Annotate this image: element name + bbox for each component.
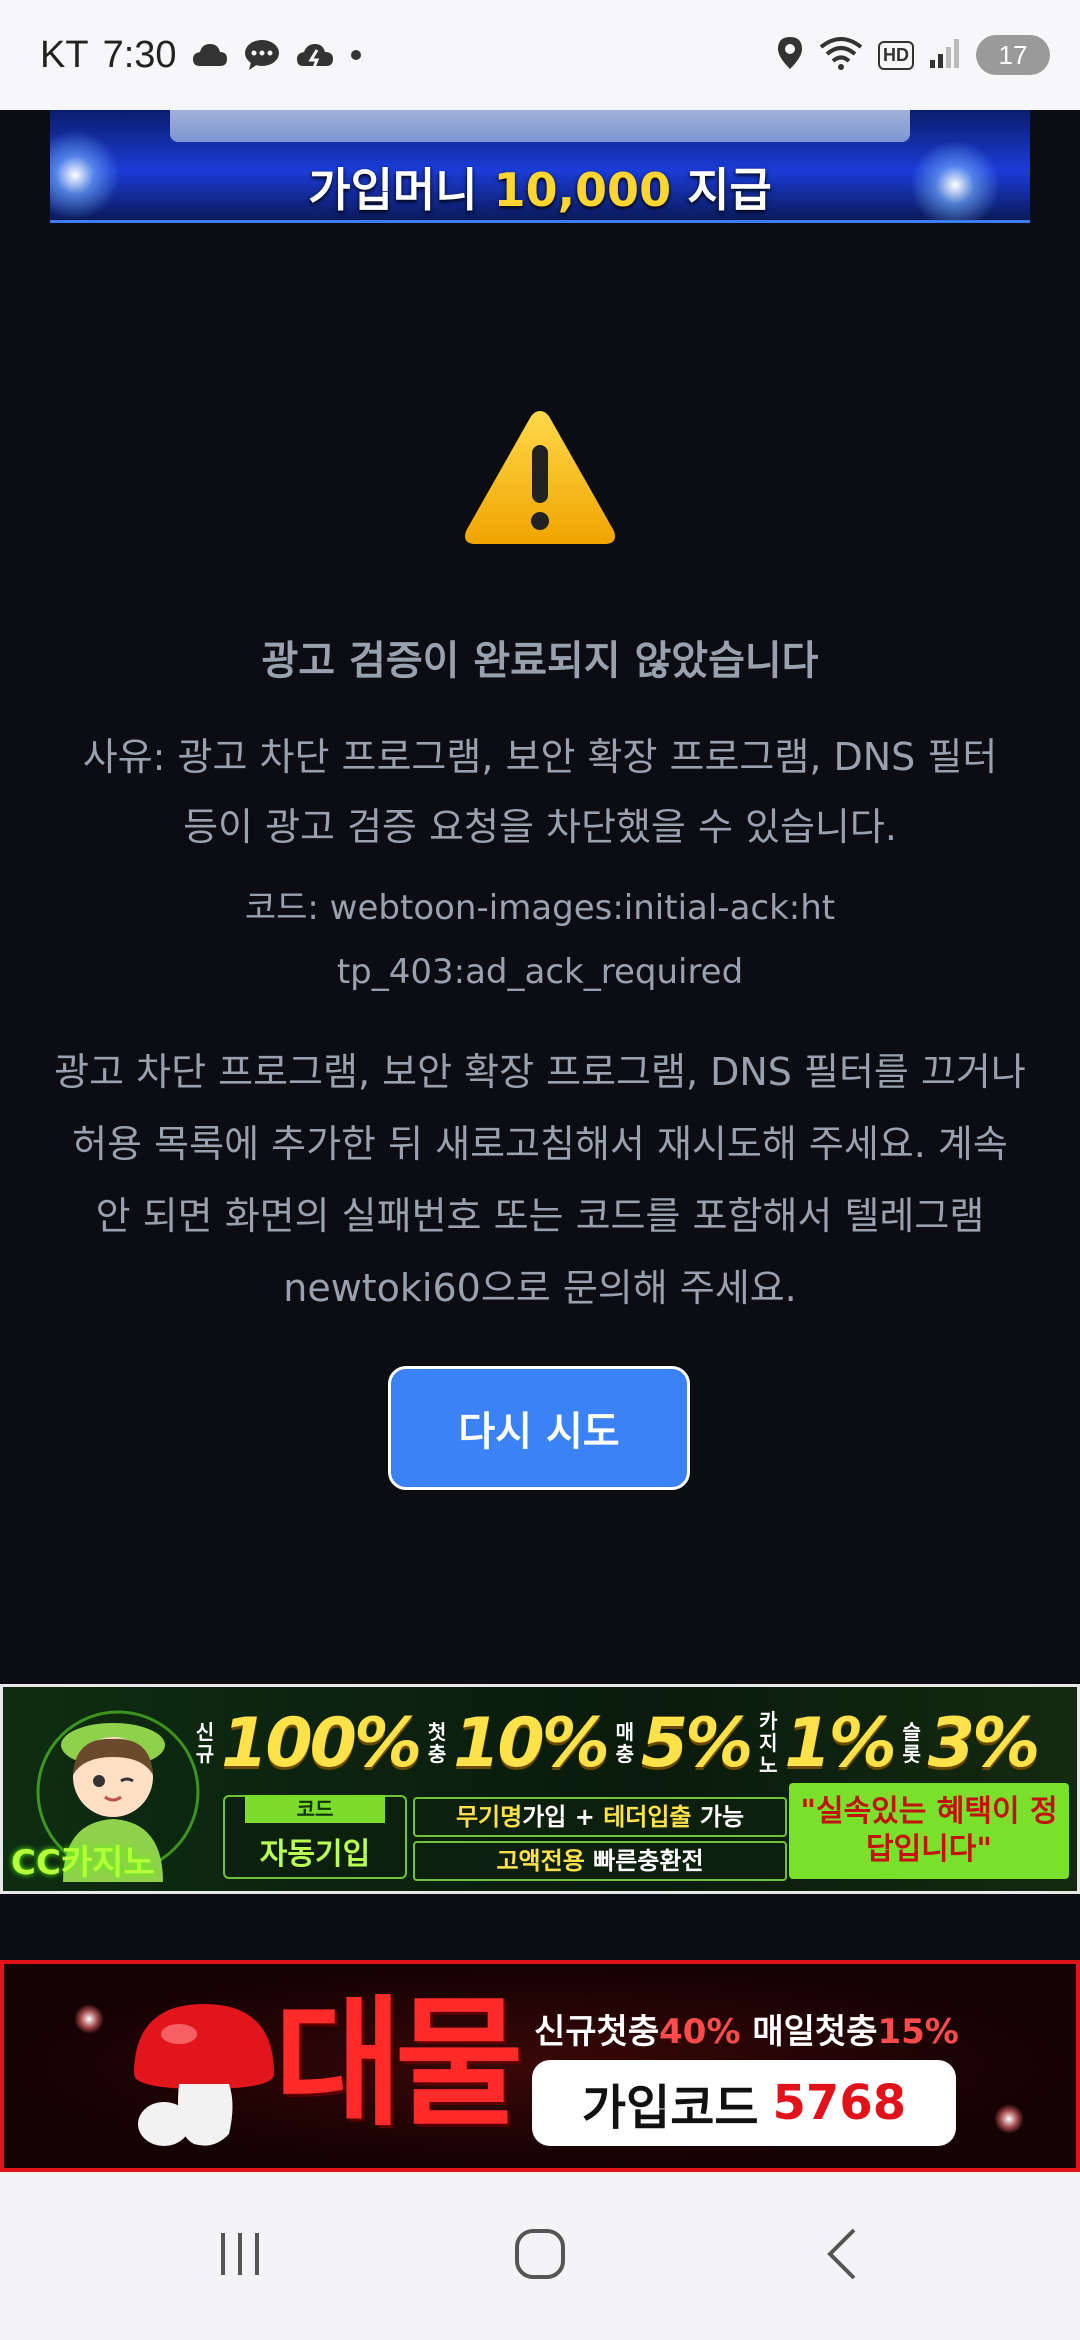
wifi-icon xyxy=(818,35,864,75)
chat-icon xyxy=(243,38,281,72)
recents-button[interactable] xyxy=(160,2172,320,2340)
error-reason: 사유: 광고 차단 프로그램, 보안 확장 프로그램, DNS 필터 등이 광고… xyxy=(82,735,998,849)
rate-item: 카지노 1% xyxy=(756,1703,897,1783)
battery-indicator: 17 xyxy=(976,35,1050,75)
clock: 7:30 xyxy=(102,33,177,76)
spark xyxy=(74,2004,104,2034)
banner-caption-suffix: 지급 xyxy=(671,163,772,217)
promo-daily-rate: 15% xyxy=(877,2012,959,2052)
dot-icon xyxy=(349,48,363,62)
rate-list: 신규 100% 첫충 10% 매충 5% 카지노 1% 슬롯 3% xyxy=(193,1693,1041,1793)
promo-first-deposit: 신규첫충 xyxy=(534,2012,660,2052)
error-code: 코드: webtoon-images:initial-ack:http_403:… xyxy=(244,888,836,992)
cloud-icon xyxy=(191,40,229,70)
info-signup: 가입 + xyxy=(522,1803,604,1831)
code-label: 코드 xyxy=(245,1795,385,1823)
rate-value: 5% xyxy=(640,1703,753,1783)
banner-caption-amount: 10,000 xyxy=(493,163,672,217)
weather-icon xyxy=(295,38,335,72)
banner-caption: 가입머니 10,000 지급 xyxy=(50,154,1030,220)
location-icon xyxy=(776,35,804,75)
info-tether: 테더입출 xyxy=(603,1803,692,1831)
rate-item: 첫충 10% xyxy=(425,1703,610,1783)
rate-value: 3% xyxy=(927,1703,1040,1783)
status-left: KT 7:30 xyxy=(40,0,363,110)
error-help-text: 광고 차단 프로그램, 보안 확장 프로그램, DNS 필터를 끄거나 허용 목… xyxy=(54,1050,1026,1310)
mushroom-ad-banner[interactable]: 대물 신규첫충40% 매일첫충15% 가입코드 5768 xyxy=(0,1960,1080,2172)
rate-tag: 매충 xyxy=(615,1720,635,1766)
rate-tag: 첫충 xyxy=(427,1720,447,1766)
spark xyxy=(994,2104,1024,2134)
hd-badge: HD xyxy=(878,40,914,70)
signup-code-number: 5768 xyxy=(772,2075,907,2131)
navigation-bar xyxy=(0,2172,1080,2340)
status-bar: KT 7:30 HD 17 xyxy=(0,0,1080,110)
promo-first-rate: 40% xyxy=(659,2012,741,2052)
promo-daily-deposit: 매일첫충 xyxy=(740,2012,878,2052)
info-anonymous: 무기명 xyxy=(455,1803,523,1831)
info-highroller: 고액전용 xyxy=(496,1847,585,1875)
home-button[interactable] xyxy=(460,2172,620,2340)
retry-button[interactable]: 다시 시도 xyxy=(388,1366,690,1490)
rate-tag: 슬롯 xyxy=(902,1720,921,1766)
banner-logo-graphic xyxy=(170,110,910,142)
home-icon xyxy=(512,2226,568,2286)
slogan-box: "실속있는 혜택이 정답입니다" xyxy=(789,1783,1069,1879)
info-available: 가능 xyxy=(691,1803,745,1831)
recents-icon xyxy=(215,2229,265,2283)
info-line-1: 무기명가입 + 테더입출 가능 xyxy=(413,1797,787,1837)
status-right: HD 17 xyxy=(776,0,1050,110)
rate-item: 슬롯 3% xyxy=(900,1703,1041,1783)
rate-value: 1% xyxy=(784,1703,896,1783)
banner-caption-prefix: 가입머니 xyxy=(308,163,494,217)
signal-icon xyxy=(928,36,962,74)
rate-value: 10% xyxy=(453,1703,610,1783)
back-button[interactable] xyxy=(762,2172,922,2340)
top-ad-banner[interactable]: 가입머니 10,000 지급 xyxy=(50,110,1030,223)
rate-item: 신규 100% xyxy=(193,1703,422,1783)
signup-code-label: 가입코드 xyxy=(581,2080,759,2136)
rate-tag: 카지노 xyxy=(759,1709,778,1777)
mushroom-icon xyxy=(124,1994,284,2154)
carrier-label: KT xyxy=(40,33,89,76)
casino-ad-banner[interactable]: CC카지노 신규 100% 첫충 10% 매충 5% 카지노 1% 슬롯 3% … xyxy=(0,1684,1080,1894)
code-box: 코드 자동기입 xyxy=(223,1795,407,1879)
info-line-2: 고액전용 빠른충환전 xyxy=(413,1841,787,1881)
info-fast-exchange: 빠른충환전 xyxy=(584,1847,704,1875)
code-text: 자동기입 xyxy=(259,1837,371,1872)
back-icon xyxy=(822,2226,862,2286)
warning-icon xyxy=(460,405,620,550)
mushroom-brand: 대물 xyxy=(274,1983,524,2146)
rate-value: 100% xyxy=(221,1703,422,1783)
promo-line: 신규첫충40% 매일첫충15% xyxy=(534,2004,959,2053)
rate-tag: 신규 xyxy=(195,1720,215,1766)
rate-item: 매충 5% xyxy=(613,1703,754,1783)
casino-brand: CC카지노 xyxy=(11,1843,155,1883)
error-title: 광고 검증이 완료되지 않았습니다 xyxy=(261,638,819,684)
signup-code-pill: 가입코드 5768 xyxy=(532,2060,956,2146)
